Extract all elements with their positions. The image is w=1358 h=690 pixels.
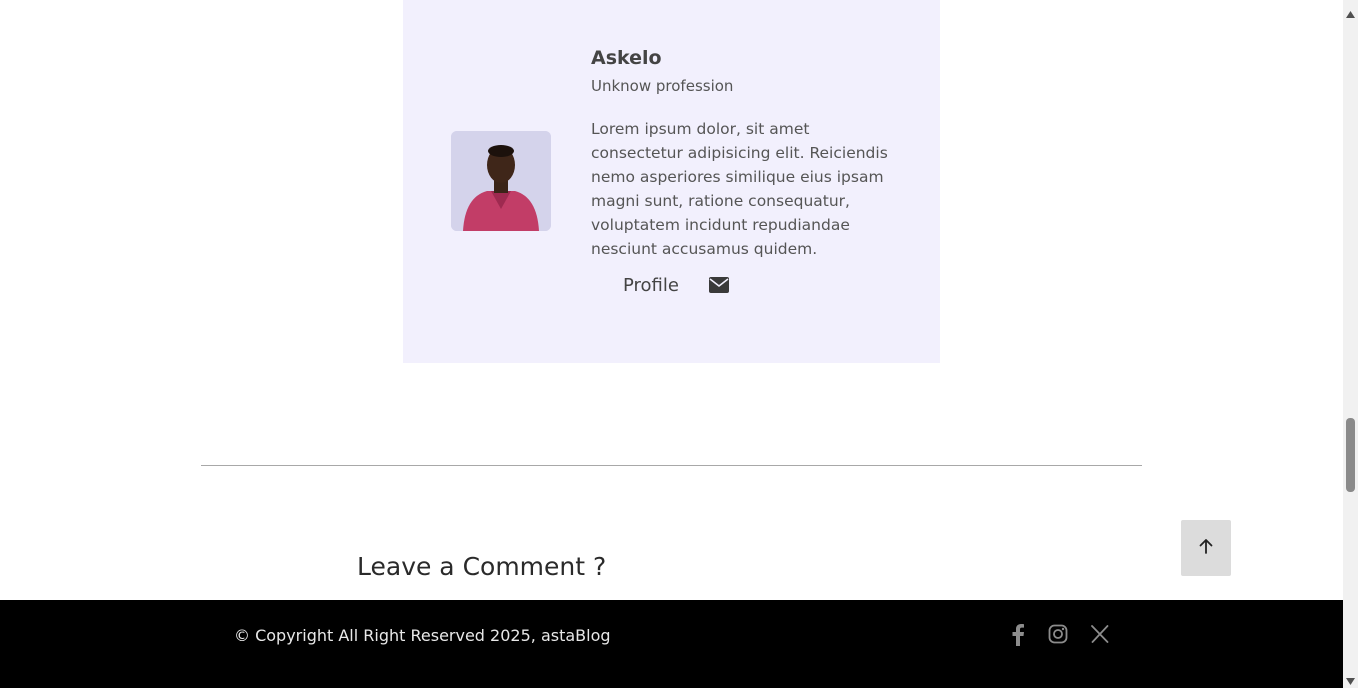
scrollbar[interactable] [1343, 0, 1358, 688]
envelope-icon[interactable] [708, 277, 729, 293]
author-profession: Unknow profession [591, 77, 734, 95]
scroll-down-arrow-icon[interactable] [1345, 671, 1356, 690]
profile-link[interactable]: Profile [623, 275, 679, 296]
author-avatar [451, 131, 551, 231]
instagram-icon[interactable] [1048, 624, 1068, 644]
author-name: Askelo [591, 47, 662, 69]
scroll-up-arrow-icon[interactable] [1345, 4, 1356, 23]
section-divider [201, 465, 1142, 466]
facebook-icon[interactable] [1011, 624, 1025, 646]
author-card: Askelo Unknow profession Lorem ipsum dol… [403, 0, 940, 363]
scrollbar-thumb[interactable] [1346, 418, 1355, 492]
back-to-top-button[interactable] [1181, 520, 1231, 576]
author-bio: Lorem ipsum dolor, sit amet consectetur … [591, 120, 888, 258]
page: Askelo Unknow profession Lorem ipsum dol… [0, 0, 1343, 688]
arrow-up-icon [1199, 538, 1213, 558]
x-icon[interactable] [1090, 624, 1110, 644]
comment-heading: Leave a Comment ? [357, 552, 607, 581]
author-links: Profile [623, 271, 729, 299]
footer: © Copyright All Right Reserved 2025, ast… [0, 600, 1343, 688]
copyright-text: © Copyright All Right Reserved 2025, ast… [234, 626, 611, 645]
